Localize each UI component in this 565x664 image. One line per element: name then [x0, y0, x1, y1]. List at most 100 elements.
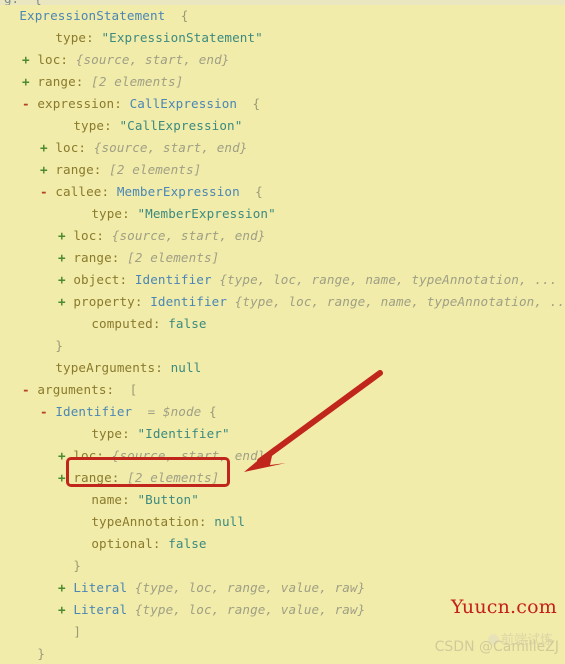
expand-icon[interactable]: +: [58, 448, 73, 463]
tree-row[interactable]: + loc: {source, start, end}: [0, 49, 565, 71]
punctuation: ]: [73, 624, 82, 639]
tree-row[interactable]: typeArguments: null: [0, 357, 565, 379]
expand-icon[interactable]: +: [58, 580, 73, 595]
collapsed-preview: [2 elements]: [127, 250, 220, 265]
toggle-spacer: [40, 360, 55, 375]
property-key: type:: [73, 118, 120, 133]
tree-row[interactable]: type: "ExpressionStatement": [0, 27, 565, 49]
collapsed-preview: [2 elements]: [127, 470, 220, 485]
property-key: object:: [73, 272, 135, 287]
toggle-spacer: [40, 338, 55, 353]
expand-icon[interactable]: +: [40, 162, 55, 177]
keyword-value: null: [170, 360, 202, 375]
tree-row[interactable]: }: [0, 555, 565, 577]
keyword-value: false: [168, 536, 207, 551]
collapsed-preview: [2 elements]: [109, 162, 202, 177]
node-alias: = $node: [132, 404, 202, 419]
tree-row[interactable]: optional: false: [0, 533, 565, 555]
tree-row[interactable]: + property: Identifier {type, loc, range…: [0, 291, 565, 313]
tree-row[interactable]: + range: [2 elements]: [0, 467, 565, 489]
collapsed-preview: {type, loc, range, name, typeAnnotation,…: [211, 272, 565, 287]
expand-icon[interactable]: +: [58, 602, 73, 617]
collapse-icon[interactable]: -: [22, 96, 37, 111]
property-key: typeAnnotation:: [91, 514, 215, 529]
node-type-label: ExpressionStatement: [19, 8, 166, 23]
property-key: loc:: [37, 52, 76, 67]
property-key: range:: [73, 470, 128, 485]
tree-row[interactable]: - arguments: [: [0, 379, 565, 401]
ast-tree-viewer: g: { ExpressionStatement { type: "Expres…: [0, 0, 565, 664]
toggle-spacer: [76, 316, 91, 331]
watermark-csdn: CSDN @CamilleZJ: [434, 639, 559, 655]
ast-tree[interactable]: ExpressionStatement { type: "ExpressionS…: [0, 5, 565, 664]
node-type-label: Identifier: [55, 404, 133, 419]
tree-row[interactable]: typeAnnotation: null: [0, 511, 565, 533]
punctuation: {: [237, 96, 261, 111]
string-value: "CallExpression": [119, 118, 243, 133]
collapsed-preview: {type, loc, range, name, typeAnnotation,…: [234, 294, 565, 309]
tree-row[interactable]: - callee: MemberExpression {: [0, 181, 565, 203]
expand-icon[interactable]: +: [58, 272, 73, 287]
tree-row[interactable]: type: "Identifier": [0, 423, 565, 445]
watermark-site: Yuucn.com: [450, 596, 557, 618]
string-value: "ExpressionStatement": [101, 30, 263, 45]
tree-row[interactable]: }: [0, 335, 565, 357]
toggle-spacer: [76, 514, 91, 529]
expand-icon[interactable]: +: [58, 250, 73, 265]
string-value: "MemberExpression": [137, 206, 276, 221]
toggle-spacer: [76, 206, 91, 221]
tree-row[interactable]: computed: false: [0, 313, 565, 335]
collapsed-preview: {source, start, end}: [111, 448, 266, 463]
property-key: expression:: [37, 96, 130, 111]
property-key: type:: [91, 426, 138, 441]
node-type-label: Identifier: [150, 294, 228, 309]
string-value: "Identifier": [137, 426, 230, 441]
punctuation: {: [239, 184, 263, 199]
collapsed-preview: {source, start, end}: [75, 52, 230, 67]
node-type-label: MemberExpression: [116, 184, 240, 199]
punctuation: }: [55, 338, 64, 353]
property-key: range:: [37, 74, 92, 89]
property-key: typeArguments:: [55, 360, 171, 375]
keyword-value: false: [168, 316, 207, 331]
expand-icon[interactable]: +: [40, 140, 55, 155]
tree-row[interactable]: + loc: {source, start, end}: [0, 225, 565, 247]
property-key: optional:: [91, 536, 169, 551]
expand-icon[interactable]: +: [58, 294, 73, 309]
string-value: "Button": [137, 492, 199, 507]
tree-row[interactable]: - Identifier = $node {: [0, 401, 565, 423]
toggle-spacer: [22, 646, 37, 661]
toggle-spacer: [4, 8, 19, 23]
expand-icon[interactable]: +: [58, 228, 73, 243]
collapse-icon[interactable]: -: [40, 404, 55, 419]
tree-row-highlighted[interactable]: name: "Button": [0, 489, 565, 511]
property-key: name:: [91, 492, 138, 507]
toggle-spacer: [58, 558, 73, 573]
punctuation: }: [73, 558, 82, 573]
tree-row[interactable]: ExpressionStatement {: [0, 5, 565, 27]
tree-row[interactable]: + loc: {source, start, end}: [0, 137, 565, 159]
toggle-spacer: [40, 30, 55, 45]
property-key: loc:: [73, 448, 112, 463]
tree-row[interactable]: type: "MemberExpression": [0, 203, 565, 225]
tree-row[interactable]: + range: [2 elements]: [0, 71, 565, 93]
expand-icon[interactable]: +: [22, 74, 37, 89]
collapse-icon[interactable]: -: [22, 382, 37, 397]
tree-row[interactable]: + range: [2 elements]: [0, 159, 565, 181]
tree-row[interactable]: + loc: {source, start, end}: [0, 445, 565, 467]
node-type-label: Identifier: [134, 272, 212, 287]
property-key: callee:: [55, 184, 117, 199]
toggle-spacer: [76, 492, 91, 507]
tree-row[interactable]: - expression: CallExpression {: [0, 93, 565, 115]
property-key: loc:: [73, 228, 112, 243]
punctuation: {: [165, 8, 189, 23]
collapsed-preview: {source, start, end}: [93, 140, 248, 155]
expand-icon[interactable]: +: [22, 52, 37, 67]
tree-row[interactable]: + object: Identifier {type, loc, range, …: [0, 269, 565, 291]
node-type-label: Literal: [73, 602, 128, 617]
tree-row[interactable]: type: "CallExpression": [0, 115, 565, 137]
expand-icon[interactable]: +: [58, 470, 73, 485]
punctuation: [: [129, 382, 138, 397]
tree-row[interactable]: + range: [2 elements]: [0, 247, 565, 269]
collapse-icon[interactable]: -: [40, 184, 55, 199]
